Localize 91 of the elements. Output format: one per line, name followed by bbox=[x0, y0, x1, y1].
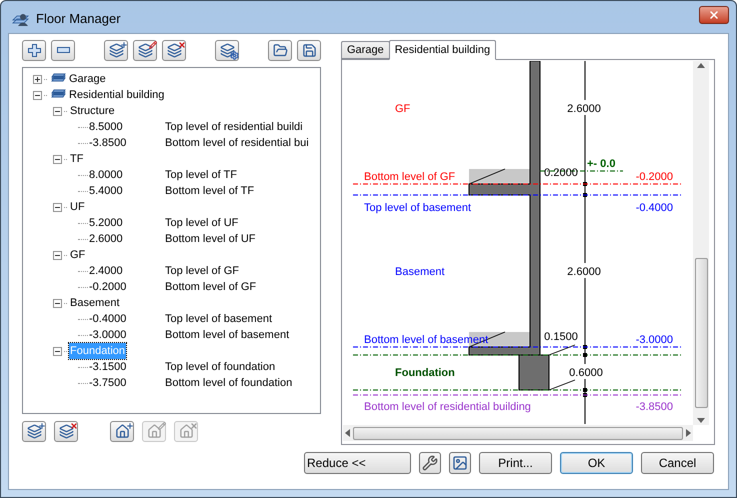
toolbar-button[interactable] bbox=[54, 421, 78, 442]
level-name: Bottom level of basement bbox=[364, 334, 488, 346]
level-description: Bottom level of basement bbox=[165, 328, 290, 343]
dimension-value: 2.6000 bbox=[567, 266, 601, 278]
toolbar-button[interactable] bbox=[51, 40, 75, 60]
level-description: Bottom level of residential bui bbox=[165, 136, 309, 151]
collapse-toggle[interactable] bbox=[53, 250, 62, 260]
level-value: -3.7500 bbox=[89, 376, 128, 391]
minus-icon bbox=[56, 47, 70, 53]
level-value: -3.8500 bbox=[89, 136, 128, 151]
zero-level-mark: +- 0.0 bbox=[587, 158, 616, 170]
close-button[interactable] bbox=[699, 6, 729, 24]
level-value: -3.0000 bbox=[636, 334, 673, 346]
collapse-toggle[interactable] bbox=[53, 154, 62, 164]
dimension-value: 0.6000 bbox=[569, 367, 603, 379]
level-description: Bottom level of foundation bbox=[165, 376, 292, 391]
level-name: Top level of basement bbox=[364, 202, 472, 214]
tree-item[interactable]: Residential building bbox=[68, 86, 166, 104]
tab[interactable]: Garage bbox=[341, 41, 390, 59]
plus-icon bbox=[28, 44, 40, 56]
tree-item[interactable]: Basement bbox=[69, 294, 121, 312]
level-description: Top level of foundation bbox=[165, 360, 276, 375]
floor-label: Foundation bbox=[395, 367, 455, 379]
toolbar-button[interactable] bbox=[268, 40, 292, 60]
level-name: Bottom level of GF bbox=[364, 171, 456, 183]
dimension-value: 2.6000 bbox=[567, 103, 601, 115]
level-value: 2.6000 bbox=[89, 232, 124, 247]
level-value: -3.8500 bbox=[636, 401, 673, 413]
level-value: 2.4000 bbox=[89, 264, 124, 279]
tree-item[interactable]: Structure bbox=[69, 102, 116, 120]
collapse-toggle[interactable] bbox=[53, 202, 62, 212]
toolbar-button[interactable] bbox=[22, 421, 46, 442]
expand-toggle[interactable] bbox=[33, 74, 42, 84]
tree-item[interactable]: TF bbox=[69, 150, 84, 168]
level-description: Bottom level of UF bbox=[165, 232, 256, 247]
collapse-toggle[interactable] bbox=[53, 346, 62, 356]
toolbar-button[interactable] bbox=[104, 40, 128, 60]
level-name: Bottom level of residential building bbox=[364, 401, 531, 413]
dialog-button[interactable]: Reduce << bbox=[304, 452, 411, 474]
close-icon bbox=[708, 9, 720, 21]
level-value: 8.0000 bbox=[89, 168, 124, 183]
level-description: Top level of GF bbox=[165, 264, 239, 279]
toolbar-button[interactable] bbox=[162, 40, 186, 60]
dialog-button[interactable]: Print... bbox=[479, 452, 552, 474]
level-description: Bottom level of GF bbox=[165, 280, 256, 295]
tree-item[interactable]: UF bbox=[69, 198, 86, 216]
level-value: -0.2000 bbox=[636, 171, 673, 183]
collapse-toggle[interactable] bbox=[53, 106, 62, 116]
level-value: -0.2000 bbox=[89, 280, 128, 295]
vertical-scrollbar[interactable] bbox=[693, 61, 709, 425]
level-value: -3.0000 bbox=[89, 328, 128, 343]
tree-item[interactable]: Garage bbox=[68, 70, 107, 88]
window-title: Floor Manager bbox=[36, 10, 121, 28]
floor-label: Basement bbox=[395, 266, 445, 278]
toolbar-button[interactable] bbox=[110, 421, 134, 442]
level-value: 5.4000 bbox=[89, 184, 124, 199]
scroll-up-arrow-icon[interactable] bbox=[697, 63, 705, 68]
level-value: -0.4000 bbox=[636, 202, 673, 214]
scrollbar-thumb[interactable] bbox=[353, 426, 683, 440]
dialog-button[interactable]: OK bbox=[560, 452, 633, 474]
horizontal-scrollbar[interactable] bbox=[343, 425, 693, 441]
scroll-right-arrow-icon[interactable] bbox=[686, 429, 691, 437]
level-value: 5.2000 bbox=[89, 216, 124, 231]
scrollbar-thumb[interactable] bbox=[694, 258, 708, 408]
toolbar-button[interactable] bbox=[22, 40, 46, 60]
level-value: 8.5000 bbox=[89, 120, 124, 135]
save-icon bbox=[302, 42, 316, 58]
icon-button[interactable] bbox=[449, 452, 471, 474]
tree-item[interactable]: GF bbox=[69, 246, 86, 264]
folder-icon bbox=[272, 42, 288, 58]
level-value: -0.4000 bbox=[89, 312, 128, 327]
scroll-left-arrow-icon[interactable] bbox=[345, 429, 350, 437]
collapse-toggle[interactable] bbox=[53, 298, 62, 308]
icon-button[interactable] bbox=[419, 452, 441, 474]
dimension-value: 0.1500 bbox=[544, 331, 578, 343]
level-description: Top level of UF bbox=[165, 216, 238, 231]
tools-icon bbox=[422, 455, 438, 471]
level-description: Bottom level of TF bbox=[165, 184, 254, 199]
floor-label: GF bbox=[395, 103, 410, 115]
tab[interactable]: Residential building bbox=[388, 40, 496, 60]
level-value: -3.1500 bbox=[89, 360, 128, 375]
level-description: Top level of residential buildi bbox=[165, 120, 303, 135]
scroll-down-arrow-icon[interactable] bbox=[697, 418, 705, 423]
level-description: Top level of basement bbox=[165, 312, 272, 327]
toolbar-button[interactable] bbox=[297, 40, 321, 60]
collapse-toggle[interactable] bbox=[33, 90, 42, 100]
dimension-value: 0.2000 bbox=[544, 167, 578, 179]
dialog-button[interactable]: Cancel bbox=[641, 452, 714, 474]
app-icon bbox=[12, 11, 30, 27]
level-description: Top level of TF bbox=[165, 168, 237, 183]
picture-export-icon bbox=[452, 455, 468, 471]
